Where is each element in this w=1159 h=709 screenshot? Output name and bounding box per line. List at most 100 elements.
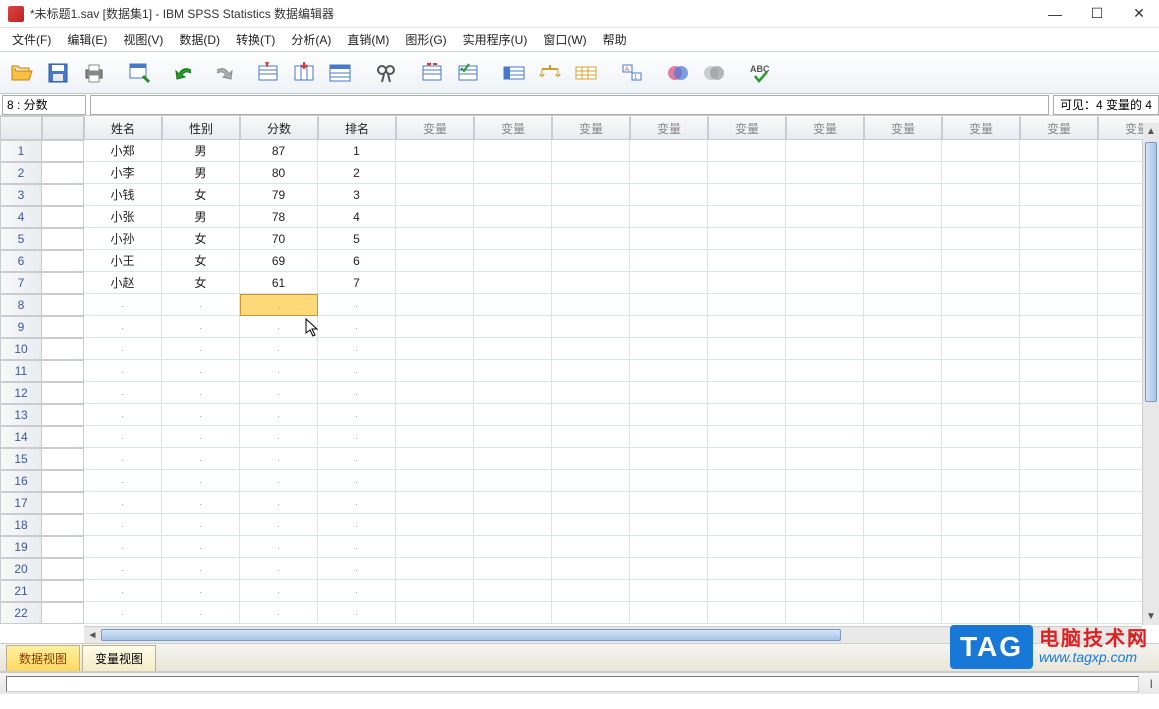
scroll-up-arrow[interactable]: ▲: [1143, 123, 1159, 140]
menu-analyze[interactable]: 分析(A): [285, 29, 337, 50]
cell-empty[interactable]: [630, 404, 708, 426]
variables-button[interactable]: [324, 57, 356, 89]
cell-empty-defined[interactable]: .: [318, 426, 396, 448]
cell-empty[interactable]: [942, 228, 1020, 250]
cell-empty-defined[interactable]: .: [318, 602, 396, 624]
cell-empty[interactable]: [396, 338, 474, 360]
cell-empty[interactable]: [786, 316, 864, 338]
row-header[interactable]: 22: [0, 602, 42, 624]
cell-empty[interactable]: [1020, 162, 1098, 184]
cell-empty[interactable]: [396, 536, 474, 558]
cell-empty[interactable]: [1020, 294, 1098, 316]
cell-empty[interactable]: [1020, 602, 1098, 624]
cell-empty[interactable]: [552, 360, 630, 382]
undo-button[interactable]: [170, 57, 202, 89]
cell-empty[interactable]: [786, 184, 864, 206]
cell-empty[interactable]: [552, 338, 630, 360]
cell-empty[interactable]: [474, 162, 552, 184]
cell-empty[interactable]: [708, 338, 786, 360]
column-header-empty[interactable]: 变量: [552, 116, 630, 140]
select-cases-button[interactable]: [452, 57, 484, 89]
cell-empty-defined[interactable]: .: [240, 316, 318, 338]
cell-empty-defined[interactable]: .: [84, 338, 162, 360]
cell-name[interactable]: 小王: [84, 250, 162, 272]
cell-empty[interactable]: [474, 558, 552, 580]
save-button[interactable]: [42, 57, 74, 89]
cell-empty[interactable]: [552, 426, 630, 448]
cell-empty[interactable]: [630, 448, 708, 470]
cell-empty[interactable]: [474, 272, 552, 294]
cell-empty-defined[interactable]: .: [318, 514, 396, 536]
cell-empty-defined[interactable]: .: [84, 536, 162, 558]
cell-empty-defined[interactable]: .: [240, 514, 318, 536]
row-header[interactable]: 3: [0, 184, 42, 206]
menu-view[interactable]: 视图(V): [117, 29, 169, 50]
row-header[interactable]: 4: [0, 206, 42, 228]
cell-empty[interactable]: [708, 492, 786, 514]
cell-empty[interactable]: [786, 250, 864, 272]
cell-empty[interactable]: [864, 140, 942, 162]
cell-empty[interactable]: [396, 470, 474, 492]
column-header-empty[interactable]: 变量: [396, 116, 474, 140]
cell-empty-defined[interactable]: .: [318, 294, 396, 316]
cell-empty-defined[interactable]: .: [240, 580, 318, 602]
cell-empty[interactable]: [708, 382, 786, 404]
cell-empty[interactable]: [942, 536, 1020, 558]
cell-empty[interactable]: [864, 426, 942, 448]
row-header[interactable]: 18: [0, 514, 42, 536]
cell-empty[interactable]: [942, 580, 1020, 602]
cell-empty[interactable]: [708, 470, 786, 492]
cell-empty[interactable]: [474, 426, 552, 448]
cell-empty[interactable]: [864, 272, 942, 294]
cell-empty-defined[interactable]: .: [240, 536, 318, 558]
cell-empty[interactable]: [630, 426, 708, 448]
cell-empty[interactable]: [396, 382, 474, 404]
cell-empty-defined[interactable]: .: [162, 360, 240, 382]
cell-empty-defined[interactable]: .: [240, 404, 318, 426]
row-header[interactable]: 14: [0, 426, 42, 448]
row-header[interactable]: 6: [0, 250, 42, 272]
cell-empty[interactable]: [396, 492, 474, 514]
cell-empty[interactable]: [396, 184, 474, 206]
cell-empty[interactable]: [396, 404, 474, 426]
column-header-empty[interactable]: 变量: [942, 116, 1020, 140]
row-header[interactable]: 15: [0, 448, 42, 470]
cell-empty[interactable]: [474, 184, 552, 206]
cell-empty[interactable]: [630, 206, 708, 228]
cell-empty[interactable]: [786, 558, 864, 580]
cell-empty[interactable]: [630, 558, 708, 580]
cell-empty-defined[interactable]: .: [318, 316, 396, 338]
cell-empty[interactable]: [1020, 360, 1098, 382]
cell-empty[interactable]: [396, 514, 474, 536]
cell-empty[interactable]: [708, 558, 786, 580]
cell-empty[interactable]: [864, 514, 942, 536]
cell-empty[interactable]: [708, 272, 786, 294]
cell-empty[interactable]: [786, 602, 864, 624]
cell-empty[interactable]: [708, 514, 786, 536]
cell-empty[interactable]: [942, 206, 1020, 228]
cell-empty[interactable]: [474, 338, 552, 360]
cell-empty[interactable]: [708, 404, 786, 426]
cell-empty[interactable]: [942, 602, 1020, 624]
cell-empty[interactable]: [864, 492, 942, 514]
cell-empty-defined[interactable]: .: [162, 382, 240, 404]
cell-empty[interactable]: [708, 536, 786, 558]
cell-empty-defined[interactable]: .: [84, 558, 162, 580]
cell-empty[interactable]: [396, 140, 474, 162]
cell-empty-defined[interactable]: .: [240, 426, 318, 448]
column-header-0[interactable]: 姓名: [84, 116, 162, 140]
cell-empty[interactable]: [1020, 140, 1098, 162]
cell-empty-defined[interactable]: .: [162, 492, 240, 514]
row-header[interactable]: 8: [0, 294, 42, 316]
menu-utilities[interactable]: 实用程序(U): [457, 29, 534, 50]
find-button[interactable]: [370, 57, 402, 89]
cell-empty[interactable]: [552, 558, 630, 580]
column-header-2[interactable]: 分数: [240, 116, 318, 140]
split-file-button[interactable]: ✕: [416, 57, 448, 89]
cell-empty[interactable]: [942, 382, 1020, 404]
cell-empty[interactable]: [786, 514, 864, 536]
cell-empty-defined[interactable]: .: [162, 514, 240, 536]
cell-name[interactable]: 小张: [84, 206, 162, 228]
value-labels-button[interactable]: [498, 57, 530, 89]
cell-empty[interactable]: [786, 272, 864, 294]
